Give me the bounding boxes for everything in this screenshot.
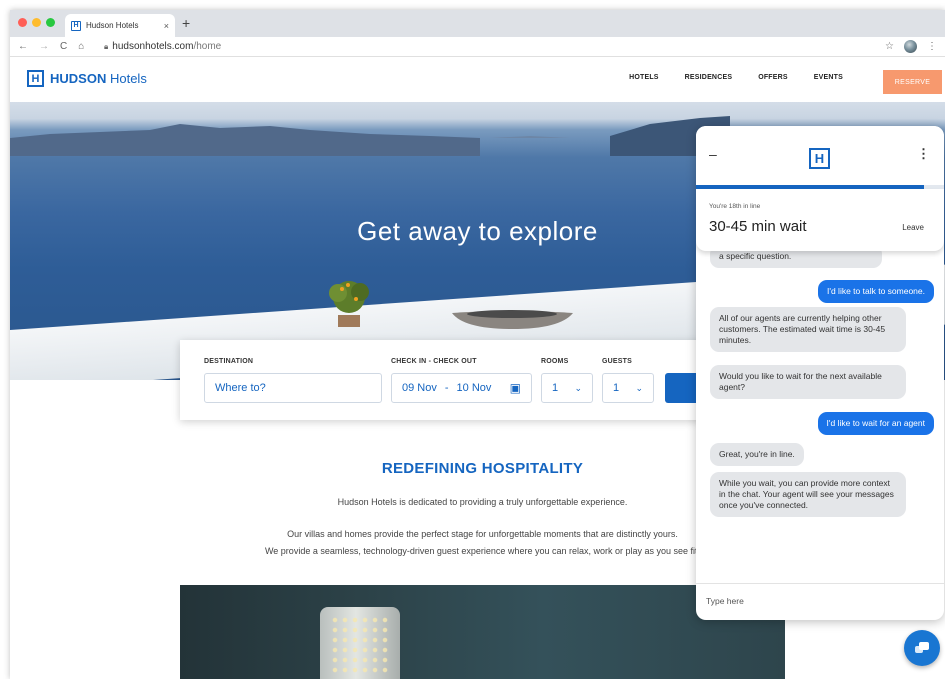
decor-bowl — [452, 310, 573, 329]
agent-message: a specific question. — [710, 251, 882, 268]
chat-header: – H ⋮ — [696, 126, 944, 186]
minimize-window-button[interactable] — [32, 18, 41, 27]
browser-menu-icon[interactable]: ⋮ — [927, 41, 937, 52]
url-host: hudsonhotels.com — [112, 41, 194, 52]
queue-position: You're 18th in line — [709, 203, 761, 210]
window-controls — [18, 18, 55, 27]
nav-residences[interactable]: RESIDENCES — [685, 72, 733, 84]
lock-icon: 🔒︎ — [104, 42, 109, 51]
browser-tab-bar: H Hudson Hotels × + — [10, 10, 945, 37]
dates-label: CHECK IN - CHECK OUT — [391, 358, 477, 365]
close-window-button[interactable] — [18, 18, 27, 27]
hudson-logo-icon: H — [27, 70, 44, 87]
reload-icon[interactable]: C — [60, 41, 67, 52]
minimize-chat-button[interactable]: – — [709, 146, 717, 162]
hudson-logo-icon: H — [809, 148, 830, 169]
profile-avatar[interactable] — [904, 40, 917, 53]
bookmark-star-icon[interactable]: ☆ — [885, 41, 894, 52]
agent-message: Great, you're in line. — [710, 443, 804, 466]
date-range-picker[interactable]: 09 Nov - 10 Nov ▣ — [391, 373, 532, 403]
chat-messages: a specific question. I'd like to talk to… — [696, 251, 944, 581]
room-photo — [180, 585, 785, 679]
rooms-select[interactable]: 1 ⌄ — [541, 373, 593, 403]
back-arrow-icon[interactable]: ← — [18, 41, 28, 52]
url-field[interactable]: 🔒︎ hudsonhotels.com/home — [104, 41, 221, 52]
rooms-label: ROOMS — [541, 358, 569, 365]
forward-arrow-icon[interactable]: → — [39, 41, 49, 52]
user-message: I'd like to wait for an agent — [817, 412, 934, 435]
nav-events[interactable]: EVENTS — [814, 72, 843, 84]
site-logo[interactable]: H HUDSON Hotels — [27, 70, 147, 87]
agent-message: Would you like to wait for the next avai… — [710, 365, 906, 399]
chat-menu-icon[interactable]: ⋮ — [917, 146, 930, 162]
leave-queue-button[interactable]: Leave — [902, 223, 924, 232]
check-out-date: 10 Nov — [456, 382, 492, 394]
main-nav: HOTELS RESIDENCES OFFERS EVENTS — [629, 72, 843, 84]
reserve-button[interactable]: RESERVE — [883, 70, 942, 94]
nav-hotels[interactable]: HOTELS — [629, 72, 659, 84]
nav-offers[interactable]: OFFERS — [758, 72, 788, 84]
chat-launcher-button[interactable] — [904, 630, 940, 666]
tab-title: Hudson Hotels — [86, 21, 139, 30]
chat-message-input[interactable]: Type here — [696, 583, 944, 620]
hudson-favicon-icon: H — [71, 20, 81, 31]
calendar-icon[interactable]: ▣ — [510, 381, 521, 395]
agent-message: All of our agents are currently helping … — [710, 307, 906, 352]
new-tab-button[interactable]: + — [182, 15, 190, 31]
check-in-date: 09 Nov — [402, 382, 437, 394]
agent-message: While you wait, you can provide more con… — [710, 472, 906, 517]
destination-label: DESTINATION — [204, 358, 254, 365]
chevron-down-icon: ⌄ — [574, 382, 582, 393]
wait-time: 30-45 min wait — [709, 218, 807, 235]
queue-status-card: You're 18th in line 30-45 min wait Leave — [696, 189, 944, 251]
url-path: /home — [193, 41, 222, 52]
destination-input[interactable]: Where to? — [204, 373, 382, 403]
site-header: H HUDSON Hotels HOTELS RESIDENCES OFFERS… — [10, 57, 945, 102]
chevron-down-icon: ⌄ — [635, 382, 643, 393]
address-bar: ← → C ⌂ 🔒︎ hudsonhotels.com/home ☆ ⋮ — [10, 37, 945, 57]
user-message: I'd like to talk to someone. — [817, 280, 934, 303]
booking-widget: DESTINATION Where to? CHECK IN - CHECK O… — [180, 340, 710, 420]
brand-name: HUDSON Hotels — [50, 71, 147, 86]
section-title: REDEFINING HOSPITALITY — [381, 460, 584, 477]
maximize-window-button[interactable] — [46, 18, 55, 27]
chat-bubble-icon — [915, 642, 929, 653]
tab-close-icon[interactable]: × — [164, 21, 169, 31]
home-icon[interactable]: ⌂ — [78, 41, 84, 52]
guests-label: GUESTS — [602, 358, 632, 365]
chat-widget: – H ⋮ You're 18th in line 30-45 min wait… — [696, 126, 944, 620]
guests-select[interactable]: 1 ⌄ — [602, 373, 654, 403]
browser-tab[interactable]: H Hudson Hotels × — [65, 14, 175, 37]
potted-plant — [329, 281, 369, 327]
